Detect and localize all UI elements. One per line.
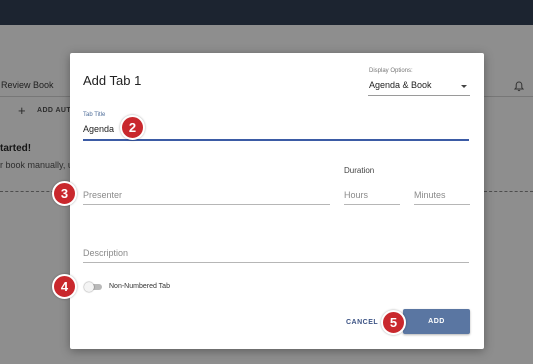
hours-input[interactable]: Hours bbox=[344, 183, 400, 205]
callout-badge-3: 3 bbox=[52, 181, 77, 206]
get-started-heading: tarted! bbox=[0, 143, 32, 154]
non-numbered-tab-toggle[interactable] bbox=[84, 282, 104, 292]
minutes-input[interactable]: Minutes bbox=[414, 183, 470, 205]
description-input[interactable]: Description bbox=[83, 241, 469, 263]
add-tab-dialog: Add Tab 1 Display Options: Agenda & Book… bbox=[70, 53, 484, 349]
presenter-underline bbox=[83, 204, 330, 205]
presenter-placeholder: Presenter bbox=[83, 190, 123, 200]
cancel-label: CANCEL bbox=[346, 319, 379, 326]
cancel-button[interactable]: CANCEL bbox=[340, 312, 385, 334]
minutes-underline bbox=[414, 204, 470, 205]
duration-label: Duration bbox=[344, 166, 375, 175]
add-label: ADD bbox=[428, 318, 445, 325]
description-underline bbox=[83, 262, 469, 263]
dropzone-border-right bbox=[484, 191, 533, 192]
tab-title-underline bbox=[83, 139, 469, 141]
callout-badge-5: 5 bbox=[381, 310, 406, 335]
add-author-button[interactable]: ADD AUT bbox=[37, 107, 71, 114]
tab-title-value: Agenda bbox=[83, 124, 115, 134]
hours-placeholder: Hours bbox=[344, 190, 369, 200]
tab-title-label: Tab Title bbox=[83, 112, 106, 118]
non-numbered-tab-label: Non-Numbered Tab bbox=[109, 283, 170, 290]
minutes-placeholder: Minutes bbox=[414, 190, 446, 200]
get-started-description: r book manually, u bbox=[0, 160, 73, 170]
presenter-input[interactable]: Presenter bbox=[83, 183, 330, 205]
display-options-label: Display Options: bbox=[369, 68, 413, 74]
display-options-value: Agenda & Book bbox=[369, 80, 432, 90]
callout-badge-4: 4 bbox=[52, 274, 77, 299]
app-top-bar bbox=[0, 0, 533, 25]
plus-icon: + bbox=[18, 103, 26, 118]
toggle-knob bbox=[84, 282, 94, 292]
dialog-title: Add Tab 1 bbox=[83, 73, 142, 88]
description-placeholder: Description bbox=[83, 248, 129, 258]
hours-underline bbox=[344, 204, 400, 205]
add-button[interactable]: ADD bbox=[403, 309, 470, 334]
book-title: Review Book bbox=[1, 80, 54, 90]
bell-icon[interactable] bbox=[514, 81, 524, 92]
display-options-select[interactable]: Agenda & Book bbox=[368, 77, 470, 96]
callout-badge-2: 2 bbox=[120, 115, 145, 140]
chevron-down-icon bbox=[461, 85, 467, 88]
